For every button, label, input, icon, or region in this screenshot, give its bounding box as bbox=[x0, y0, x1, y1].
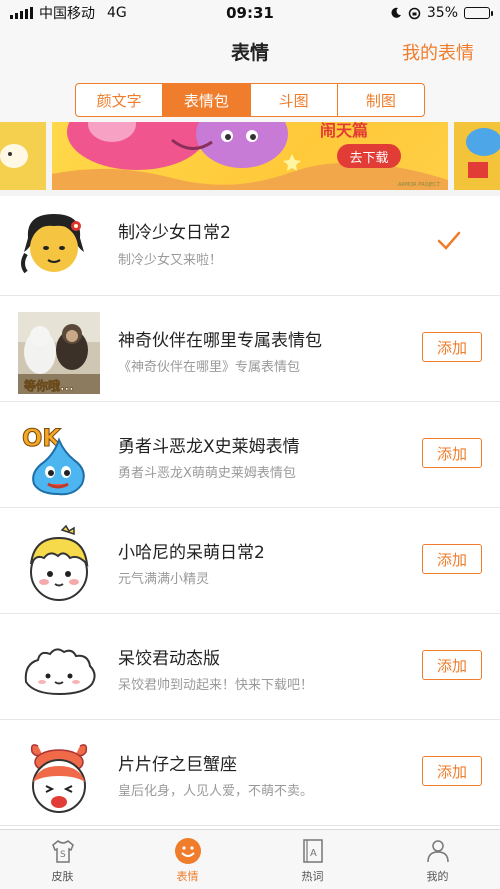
pack-title: 呆饺君动态版 bbox=[118, 649, 220, 669]
boy-face-icon bbox=[30, 524, 89, 601]
pack-title: 片片仔之巨蟹座 bbox=[118, 755, 237, 775]
pack-subtitle: 《神奇伙伴在哪里》专属表情包 bbox=[118, 360, 301, 375]
list-item[interactable]: 制冷少女日常2 制冷少女又来啦！ bbox=[0, 196, 500, 296]
add-button[interactable]: 添加 bbox=[422, 756, 482, 786]
shirt-icon: S bbox=[51, 840, 74, 863]
crab-girl-icon bbox=[30, 744, 88, 813]
pack-subtitle: 元气满满小精灵 bbox=[118, 572, 210, 587]
tab-hot-words[interactable]: A 热词 bbox=[250, 830, 375, 889]
pack-title: 小哈尼的呆萌日常2 bbox=[118, 543, 265, 563]
add-button[interactable]: 添加 bbox=[422, 438, 482, 468]
pack-subtitle: 皇后化身，人见人爱，不萌不卖。 bbox=[118, 784, 314, 799]
carrier-label: 中国移动 bbox=[39, 6, 95, 22]
list-item[interactable]: 呆饺君动态版 呆饺君帅到动起来！快来下载吧！ 添加 bbox=[0, 614, 500, 720]
banner-download-button[interactable]: 去下载 bbox=[337, 144, 401, 168]
tab-label: 我的 bbox=[426, 870, 449, 883]
add-button[interactable]: 添加 bbox=[422, 544, 482, 574]
list-item[interactable]: 等你哦... 神奇伙伴在哪里专属表情包 《神奇伙伴在哪里》专属表情包 添加 bbox=[0, 296, 500, 402]
tab-mine[interactable]: 我的 bbox=[375, 830, 500, 889]
moon-icon bbox=[391, 7, 401, 18]
svg-text:闹天篇: 闹天篇 bbox=[320, 122, 368, 140]
pack-title: 勇者斗恶龙X史莱姆表情 bbox=[118, 437, 300, 457]
banner-next-art bbox=[454, 122, 500, 190]
person-icon bbox=[426, 840, 449, 863]
banner-main-slide[interactable]: 闹天篇 ARMOR PROJECT 去下载 bbox=[52, 122, 448, 190]
monkey-photo-icon: 等你哦... bbox=[18, 312, 100, 394]
bottom-tab-bar: S 皮肤 表情 A 热词 我的 bbox=[0, 829, 500, 889]
tab-label: 表情 bbox=[176, 870, 199, 883]
status-left: 中国移动 4G bbox=[10, 3, 127, 23]
svg-text:A: A bbox=[310, 848, 317, 859]
smile-icon bbox=[174, 838, 201, 864]
pack-title: 制冷少女日常2 bbox=[118, 223, 231, 243]
list-item[interactable]: 小哈尼的呆萌日常2 元气满满小精灵 添加 bbox=[0, 508, 500, 614]
network-label: 4G bbox=[107, 5, 127, 21]
banner-next-slide[interactable] bbox=[454, 122, 500, 190]
slime-ok-icon: OK bbox=[22, 424, 85, 496]
rotation-lock-icon bbox=[408, 7, 421, 19]
pack-subtitle: 呆饺君帅到动起来！快来下载吧！ bbox=[118, 678, 314, 693]
list-item[interactable]: OK 勇者斗恶龙X史莱姆表情 勇者斗恶龙X萌萌史莱姆表情包 添加 bbox=[0, 402, 500, 508]
svg-text:等你哦...: 等你哦... bbox=[23, 378, 74, 393]
banner-prev-slide[interactable] bbox=[0, 122, 46, 190]
segment-make-image[interactable]: 制图 bbox=[338, 84, 424, 116]
segmented-control: 颜文字 表情包 斗图 制图 bbox=[75, 83, 425, 117]
svg-text:ARMOR PROJECT: ARMOR PROJECT bbox=[398, 182, 441, 188]
dumpling-icon bbox=[24, 648, 96, 696]
segment-bar: 颜文字 表情包 斗图 制图 bbox=[0, 76, 500, 122]
book-icon: A bbox=[302, 839, 323, 863]
segment-meme-battle[interactable]: 斗图 bbox=[251, 84, 338, 116]
tab-emoji[interactable]: 表情 bbox=[125, 830, 250, 889]
pack-title: 神奇伙伴在哪里专属表情包 bbox=[118, 331, 322, 351]
banner-carousel[interactable]: 闹天篇 ARMOR PROJECT 去下载 bbox=[0, 122, 500, 190]
battery-icon bbox=[464, 7, 493, 19]
tab-label: 皮肤 bbox=[51, 870, 74, 883]
tab-label: 热词 bbox=[301, 870, 324, 883]
nav-bar: 表情 我的表情 bbox=[0, 26, 500, 76]
add-button[interactable]: 添加 bbox=[422, 332, 482, 362]
segment-emoticon[interactable]: 颜文字 bbox=[76, 84, 164, 116]
my-stickers-button[interactable]: 我的表情 bbox=[402, 39, 474, 65]
add-button[interactable]: 添加 bbox=[422, 650, 482, 680]
segment-sticker-pack[interactable]: 表情包 bbox=[163, 84, 251, 116]
sticker-pack-list: 制冷少女日常2 制冷少女又来啦！ 等你哦... 神奇伙伴在哪里专属表情包 《神奇… bbox=[0, 196, 500, 829]
battery-percent: 35% bbox=[426, 5, 458, 21]
checkmark-icon bbox=[437, 231, 461, 250]
signal-icon bbox=[10, 7, 33, 19]
pack-subtitle: 勇者斗恶龙X萌萌史莱姆表情包 bbox=[118, 466, 296, 481]
status-right: 35% bbox=[390, 5, 493, 21]
girl-face-icon bbox=[21, 214, 84, 274]
pack-subtitle: 制冷少女又来啦！ bbox=[118, 253, 223, 268]
list-item[interactable]: 片片仔之巨蟹座 皇后化身，人见人爱，不萌不卖。 添加 bbox=[0, 720, 500, 826]
tab-skin[interactable]: S 皮肤 bbox=[0, 830, 125, 889]
svg-text:S: S bbox=[60, 850, 66, 860]
status-bar: 中国移动 4G 09:31 35% bbox=[0, 0, 500, 26]
banner-prev-art bbox=[0, 144, 28, 168]
